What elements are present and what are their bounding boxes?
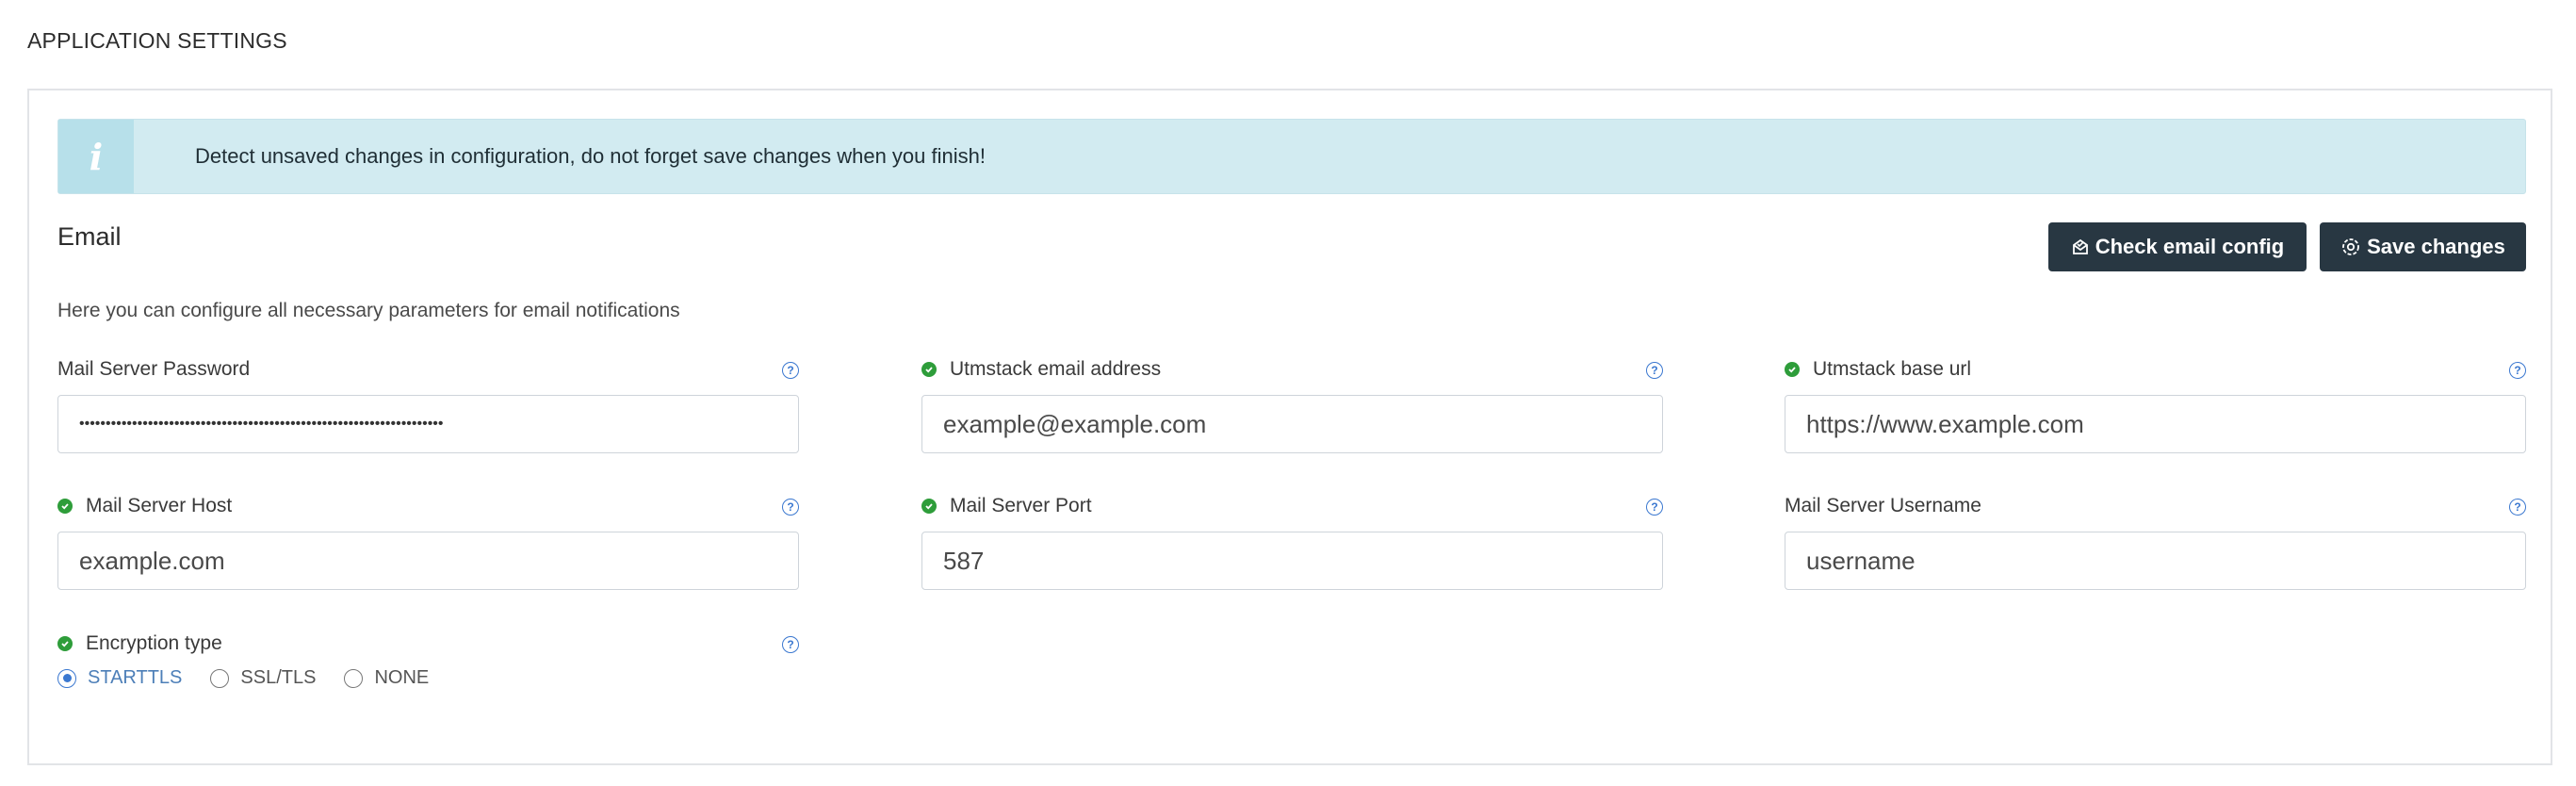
- section-description: Here you can configure all necessary par…: [57, 300, 680, 321]
- field-label: Utmstack base url: [1813, 358, 1972, 380]
- check-circle-icon: [57, 636, 73, 651]
- field-label: Utmstack email address: [950, 358, 1162, 380]
- unsaved-changes-alert: i Detect unsaved changes in configuratio…: [57, 119, 2526, 194]
- mail-server-username-input[interactable]: username: [1785, 532, 2526, 590]
- field-utmstack-base-url: Utmstack base url ? https://www.example.…: [1785, 355, 2526, 453]
- help-icon[interactable]: ?: [2509, 362, 2526, 379]
- field-mail-server-username: Mail Server Username ? username: [1785, 492, 2526, 590]
- gear-icon: [2340, 237, 2361, 257]
- help-icon[interactable]: ?: [782, 362, 799, 379]
- utmstack-email-address-input[interactable]: example@example.com: [921, 395, 1663, 453]
- check-circle-icon: [57, 499, 73, 514]
- help-icon[interactable]: ?: [1646, 499, 1663, 516]
- check-circle-icon: [921, 362, 937, 377]
- utmstack-base-url-input[interactable]: https://www.example.com: [1785, 395, 2526, 453]
- radio-button[interactable]: [57, 668, 76, 688]
- check-circle-icon: [921, 499, 937, 514]
- check-circle-icon: [1785, 362, 1800, 377]
- field-encryption-type: Encryption type ?: [57, 630, 799, 658]
- help-icon[interactable]: ?: [1646, 362, 1663, 379]
- mail-server-host-input[interactable]: example.com: [57, 532, 799, 590]
- radio-button[interactable]: [344, 668, 364, 688]
- radio-starttls[interactable]: STARTTLS: [57, 667, 182, 689]
- page-title: APPLICATION SETTINGS: [27, 28, 287, 53]
- field-label: Mail Server Port: [950, 495, 1092, 516]
- mail-server-password-input[interactable]: ••••••••••••••••••••••••••••••••••••••••…: [57, 395, 799, 453]
- field-mail-server-password: Mail Server Password ? •••••••••••••••••…: [57, 355, 799, 453]
- settings-panel: i Detect unsaved changes in configuratio…: [27, 89, 2552, 765]
- radio-label: NONE: [374, 667, 430, 688]
- save-changes-label: Save changes: [2367, 235, 2505, 258]
- field-label: Mail Server Host: [86, 495, 233, 516]
- section-title: Email: [57, 222, 122, 251]
- alert-text: Detect unsaved changes in configuration,…: [195, 144, 986, 168]
- radio-label: SSL/TLS: [240, 667, 317, 688]
- radio-ssl-tls[interactable]: SSL/TLS: [210, 667, 316, 689]
- help-icon[interactable]: ?: [782, 499, 799, 516]
- radio-none[interactable]: NONE: [344, 667, 429, 689]
- help-icon[interactable]: ?: [782, 636, 799, 653]
- field-label: Mail Server Username: [1785, 495, 1981, 516]
- help-icon[interactable]: ?: [2509, 499, 2526, 516]
- field-label: Mail Server Password: [57, 358, 251, 380]
- encryption-radio-group: STARTTLS SSL/TLS NONE: [57, 667, 457, 689]
- mail-server-port-input[interactable]: 587: [921, 532, 1663, 590]
- field-mail-server-port: Mail Server Port ? 587: [921, 492, 1663, 590]
- field-mail-server-host: Mail Server Host ? example.com: [57, 492, 799, 590]
- radio-label: STARTTLS: [88, 667, 183, 688]
- radio-button[interactable]: [210, 668, 230, 688]
- mail-check-icon: [2071, 237, 2090, 256]
- info-icon: i: [58, 120, 134, 193]
- field-label: Encryption type: [86, 632, 222, 654]
- save-changes-button[interactable]: Save changes: [2320, 222, 2526, 271]
- check-email-config-button[interactable]: Check email config: [2048, 222, 2307, 271]
- field-utmstack-email-address: Utmstack email address ? example@example…: [921, 355, 1663, 453]
- check-email-config-label: Check email config: [2095, 235, 2285, 258]
